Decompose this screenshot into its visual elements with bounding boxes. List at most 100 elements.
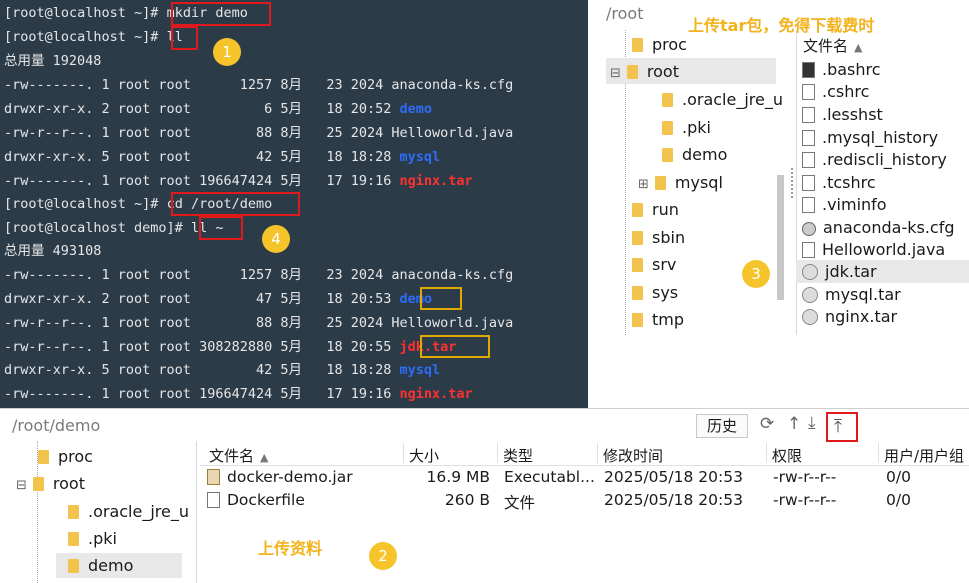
history-button[interactable]: 历史 <box>696 414 748 438</box>
column-header-size[interactable]: 大小 <box>409 445 439 466</box>
remote-tree-pane: proc ⊟ root .oracle_jre_u .pki demo ⊞ mysq… <box>596 30 797 335</box>
sort-asc-icon: ▲ <box>854 41 863 54</box>
column-header-name[interactable]: 文件名 ▲ <box>803 35 862 56</box>
tree-item-srv[interactable]: srv <box>632 255 676 274</box>
terminal-line: drwxr-xr-x. 2 root root 47 5月 18 20:53 d… <box>4 291 433 307</box>
file-item[interactable]: anaconda-ks.cfg <box>802 218 954 237</box>
folder-icon <box>626 65 638 79</box>
file-type: Executabl... <box>504 468 595 486</box>
column-divider <box>766 443 767 463</box>
tree-item-demo[interactable]: demo <box>662 145 727 164</box>
folder-icon <box>632 313 643 327</box>
file-size: 16.9 MB <box>426 468 490 486</box>
gear-file-icon <box>802 222 816 236</box>
tree-item-proc[interactable]: proc <box>38 447 93 466</box>
up-arrow-icon[interactable]: ↑ <box>787 414 801 434</box>
tree-item-oracle-jre[interactable]: .oracle_jre_u <box>662 90 783 109</box>
file-item[interactable]: Helloworld.java <box>802 240 945 259</box>
file-size: 260 B <box>444 491 490 509</box>
folder-icon <box>32 477 44 491</box>
file-item[interactable]: .lesshst <box>802 105 883 124</box>
tree-item-tmp[interactable]: tmp <box>632 310 684 329</box>
terminal-line: drwxr-xr-x. 5 root root 42 5月 18 18:28 m… <box>4 362 441 378</box>
file-icon <box>802 84 815 100</box>
column-header-name[interactable]: 文件名 ▲ <box>209 445 268 466</box>
tree-item-mysql[interactable]: ⊞ mysql <box>638 173 723 192</box>
terminal-line: drwxr-xr-x. 2 root root 6 5月 18 20:52 de… <box>4 101 433 117</box>
tree-item-oracle-jre[interactable]: .oracle_jre_u <box>68 502 189 521</box>
table-row[interactable]: docker-demo.jar 16.9 MB Executabl... 202… <box>200 467 969 489</box>
column-header-owner[interactable]: 用户/用户组 <box>884 445 964 466</box>
download-icon[interactable]: ⤓ <box>808 413 816 433</box>
java-file-icon <box>802 242 815 258</box>
tree-item-sys[interactable]: sys <box>632 283 678 302</box>
annotation-upload-files: 上传资料 <box>258 539 323 558</box>
expand-icon[interactable]: ⊞ <box>638 177 649 192</box>
folder-icon <box>38 450 49 464</box>
jar-file-icon <box>207 469 220 485</box>
folder-icon <box>632 38 643 52</box>
table-row[interactable]: Dockerfile 260 B 文件 2025/05/18 20:53 -rw… <box>200 490 969 512</box>
folder-icon <box>662 148 673 162</box>
tree-item-demo[interactable]: demo <box>68 556 133 575</box>
file-item[interactable]: .bashrc <box>802 60 881 79</box>
highlight-jdk-tar <box>420 335 490 358</box>
refresh-icon[interactable]: ⟳ <box>760 414 774 434</box>
highlight-ll <box>171 26 198 50</box>
pane-splitter[interactable] <box>791 168 797 198</box>
file-icon <box>802 62 815 78</box>
file-perm: -rw-r--r-- <box>773 468 837 486</box>
column-header-mtime[interactable]: 修改时间 <box>603 445 663 466</box>
local-file-manager: /root/demo 历史 ⟳ ↑ ⤓ ⤒ proc ⊟ root .oracle… <box>0 408 969 583</box>
file-item[interactable]: mysql.tar <box>802 285 901 304</box>
tar-file-icon <box>802 287 818 303</box>
file-item[interactable]: .rediscli_history <box>802 150 947 169</box>
terminal-line: -rw-r--r--. 1 root root 88 8月 25 2024 He… <box>4 125 514 141</box>
local-file-table: 文件名 ▲ 大小 类型 修改时间 权限 用户/用户组 docker-demo.ja… <box>200 441 969 583</box>
upload-button[interactable]: ⤒ <box>826 412 858 442</box>
local-tree-pane: proc ⊟ root .oracle_jre_u .pki demo <box>6 441 197 583</box>
tree-item-root[interactable]: ⊟ root <box>610 62 679 81</box>
file-item[interactable]: nginx.tar <box>802 307 897 326</box>
tree-item-sbin[interactable]: sbin <box>632 228 685 247</box>
collapse-icon[interactable]: ⊟ <box>610 66 621 81</box>
tar-file-icon <box>802 309 818 325</box>
file-item[interactable]: .mysql_history <box>802 128 938 147</box>
terminal-line: 总用量 192048 <box>4 53 102 69</box>
local-path: /root/demo <box>12 416 101 435</box>
tree-item-pki[interactable]: .pki <box>662 118 711 137</box>
remote-file-pane: 文件名 ▲ .bashrc .cshrc .lesshst .mysql_hist… <box>796 30 969 335</box>
column-header-type[interactable]: 类型 <box>503 445 533 466</box>
terminal-line: 总用量 493108 <box>4 243 102 259</box>
collapse-icon[interactable]: ⊟ <box>16 478 27 493</box>
folder-icon <box>632 286 643 300</box>
file-item[interactable]: .tcshrc <box>802 173 876 192</box>
column-header-perm[interactable]: 权限 <box>772 445 802 466</box>
column-divider <box>597 443 598 463</box>
terminal-line: -rw-r--r--. 1 root root 88 8月 25 2024 He… <box>4 315 514 331</box>
terminal-line: drwxr-xr-x. 5 root root 42 5月 18 18:28 m… <box>4 149 441 165</box>
file-item[interactable]: jdk.tar <box>802 262 877 281</box>
file-item[interactable]: .cshrc <box>802 82 869 101</box>
file-owner: 0/0 <box>886 468 911 486</box>
file-icon <box>802 130 815 146</box>
tar-file-icon <box>802 264 818 280</box>
sort-asc-icon: ▲ <box>260 451 269 464</box>
file-icon <box>802 152 815 168</box>
file-name: docker-demo.jar <box>227 468 353 486</box>
step-badge-1: 1 <box>213 38 241 66</box>
folder-icon <box>68 505 79 519</box>
file-item[interactable]: .viminfo <box>802 195 887 214</box>
folder-icon <box>654 176 666 190</box>
terminal-line: [root@localhost demo]# ll ~ <box>4 220 224 236</box>
tree-scrollbar[interactable] <box>777 175 784 300</box>
tree-item-root[interactable]: ⊟ root <box>16 474 85 493</box>
folder-icon <box>662 121 673 135</box>
tree-item-run[interactable]: run <box>632 200 679 219</box>
folder-icon <box>632 203 643 217</box>
terminal-window[interactable]: [root@localhost ~]# mkdir demo [root@loc… <box>0 0 588 408</box>
highlight-demo <box>420 287 462 310</box>
tree-item-pki[interactable]: .pki <box>68 529 117 548</box>
tree-item-proc[interactable]: proc <box>632 35 687 54</box>
terminal-line: -rw-------. 1 root root 196647424 5月 17 … <box>4 386 473 402</box>
